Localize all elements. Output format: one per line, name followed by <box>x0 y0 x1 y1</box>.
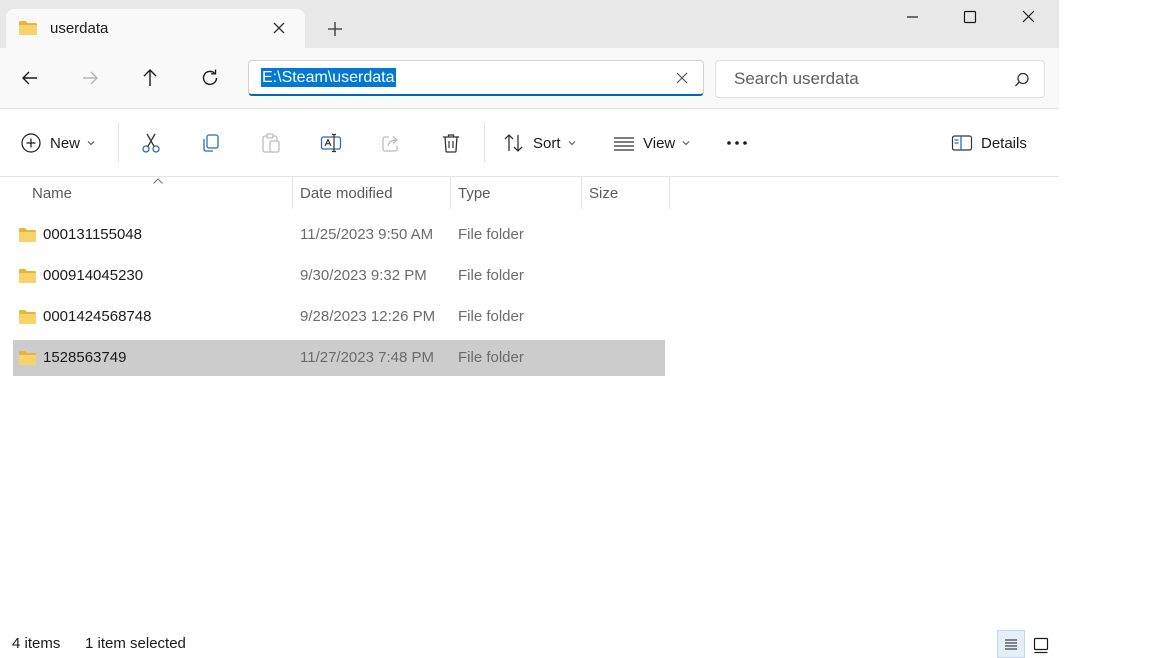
file-date-modified: 11/25/2023 9:50 AM <box>300 226 434 243</box>
up-arrow-icon[interactable] <box>138 66 162 90</box>
item-count-text: 4 items <box>12 635 61 652</box>
file-name: 000131155048 <box>43 226 142 243</box>
forward-arrow-icon[interactable] <box>78 66 102 90</box>
details-view-toggle[interactable] <box>997 630 1025 658</box>
new-tab-plus-icon[interactable] <box>324 18 346 40</box>
navigation-bar: E:\Steam\userdata <box>0 48 1059 109</box>
sort-arrows-icon <box>504 134 523 152</box>
file-explorer-window: userdata E:\Steam\userdata Search userda… <box>0 0 1059 658</box>
column-divider[interactable] <box>292 177 293 209</box>
details-pane-button[interactable]: Details <box>951 131 1027 155</box>
address-path-text[interactable]: E:\Steam\userdata <box>261 68 396 87</box>
more-options-button[interactable] <box>725 131 749 155</box>
rename-button[interactable] <box>319 131 343 155</box>
tab-title: userdata <box>50 20 109 37</box>
rename-icon <box>320 133 342 153</box>
address-bar[interactable]: E:\Steam\userdata <box>248 60 704 96</box>
search-input[interactable] <box>724 61 1024 97</box>
file-type: File folder <box>458 226 524 243</box>
sort-ascending-caret-icon <box>153 178 163 184</box>
folder-icon <box>19 228 36 242</box>
details-button-label: Details <box>981 134 1027 152</box>
copy-icon <box>203 134 219 152</box>
tab-userdata[interactable]: userdata <box>6 9 305 48</box>
folder-icon <box>19 21 37 35</box>
delete-button[interactable] <box>439 131 463 155</box>
details-view-icon <box>1005 639 1017 650</box>
cut-button[interactable] <box>139 131 163 155</box>
chevron-down-icon <box>682 141 690 146</box>
large-icons-view-toggle[interactable] <box>1027 630 1055 658</box>
large-icons-view-icon <box>1033 637 1049 654</box>
status-bar: 4 items 1 item selected <box>0 630 1059 658</box>
file-row[interactable]: 0001424568748 9/28/2023 12:26 PM File fo… <box>13 299 665 335</box>
file-row[interactable]: 1528563749 11/27/2023 7:48 PM File folde… <box>13 340 665 376</box>
details-pane-icon <box>951 135 973 151</box>
close-tab-icon[interactable] <box>270 19 288 37</box>
more-icon <box>727 141 747 145</box>
column-divider[interactable] <box>581 177 582 209</box>
search-icon[interactable] <box>1013 71 1031 89</box>
toolbar-divider <box>484 122 485 162</box>
new-button-label: New <box>50 134 81 152</box>
plus-circle-icon <box>21 133 41 153</box>
title-bar: userdata <box>0 0 1059 48</box>
search-box[interactable] <box>715 60 1045 98</box>
share-button[interactable] <box>379 131 403 155</box>
file-date-modified: 9/28/2023 12:26 PM <box>300 308 436 325</box>
file-name: 0001424568748 <box>43 308 152 325</box>
file-type: File folder <box>458 349 524 366</box>
clear-address-icon[interactable] <box>673 69 691 87</box>
chevron-down-icon <box>87 141 95 146</box>
column-type-header[interactable]: Type <box>458 177 491 211</box>
chevron-down-icon <box>568 141 575 146</box>
file-type: File folder <box>458 308 524 325</box>
paste-button[interactable] <box>259 131 283 155</box>
file-type: File folder <box>458 267 524 284</box>
selection-count-text: 1 item selected <box>85 635 186 652</box>
share-icon <box>382 136 398 152</box>
file-date-modified: 11/27/2023 7:48 PM <box>300 349 434 366</box>
column-date-header[interactable]: Date modified <box>300 177 393 211</box>
sort-button[interactable]: Sort <box>503 131 577 155</box>
file-row[interactable]: 000131155048 11/25/2023 9:50 AM File fol… <box>13 217 665 253</box>
file-name: 000914045230 <box>43 267 144 284</box>
view-lines-icon <box>614 137 634 151</box>
minimize-button[interactable] <box>883 0 941 34</box>
back-arrow-icon[interactable] <box>18 66 42 90</box>
folder-icon <box>19 351 36 365</box>
toolbar-divider <box>118 122 119 162</box>
sort-button-label: Sort <box>533 134 561 152</box>
close-window-button[interactable] <box>999 0 1057 34</box>
copy-button[interactable] <box>199 131 223 155</box>
new-button[interactable]: New <box>20 131 96 155</box>
command-bar: New Sort View Details <box>0 109 1059 177</box>
column-name-header[interactable]: Name <box>32 177 72 211</box>
maximize-button[interactable] <box>941 0 999 34</box>
view-button[interactable]: View <box>613 131 691 155</box>
cut-icon <box>142 133 160 153</box>
file-name: 1528563749 <box>43 349 127 366</box>
column-header-row: Name Date modified Type Size <box>0 177 1059 211</box>
folder-icon <box>19 310 36 324</box>
refresh-icon[interactable] <box>198 66 222 90</box>
file-row[interactable]: 000914045230 9/30/2023 9:32 PM File fold… <box>13 258 665 294</box>
column-size-header[interactable]: Size <box>589 177 618 211</box>
file-date-modified: 9/30/2023 9:32 PM <box>300 267 427 284</box>
column-divider[interactable] <box>669 177 670 209</box>
view-button-label: View <box>643 134 676 152</box>
column-divider[interactable] <box>450 177 451 209</box>
folder-icon <box>19 269 36 283</box>
delete-icon <box>443 134 459 153</box>
paste-icon <box>262 133 280 153</box>
